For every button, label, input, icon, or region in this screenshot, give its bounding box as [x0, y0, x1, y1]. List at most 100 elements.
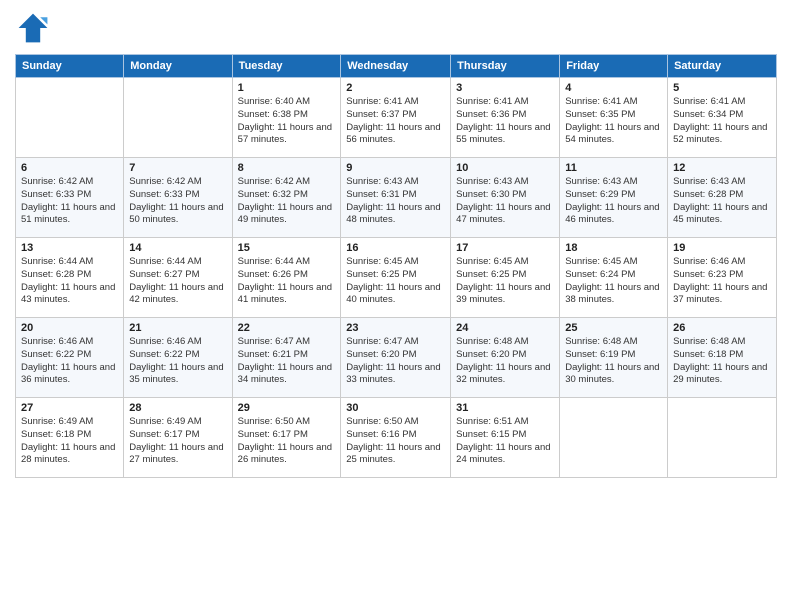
calendar-cell: 21 Sunrise: 6:46 AM Sunset: 6:22 PM Dayli…	[124, 318, 232, 398]
day-number: 5	[673, 82, 771, 94]
day-info: Sunrise: 6:43 AM Sunset: 6:30 PM Dayligh…	[456, 176, 554, 227]
calendar-cell: 19 Sunrise: 6:46 AM Sunset: 6:23 PM Dayli…	[668, 238, 777, 318]
day-info: Sunrise: 6:40 AM Sunset: 6:38 PM Dayligh…	[238, 96, 336, 147]
day-info: Sunrise: 6:44 AM Sunset: 6:26 PM Dayligh…	[238, 256, 336, 307]
day-info: Sunrise: 6:46 AM Sunset: 6:23 PM Dayligh…	[673, 256, 771, 307]
day-header-wednesday: Wednesday	[341, 55, 451, 78]
calendar-header-row: SundayMondayTuesdayWednesdayThursdayFrid…	[16, 55, 777, 78]
day-number: 21	[129, 322, 226, 334]
day-info: Sunrise: 6:47 AM Sunset: 6:20 PM Dayligh…	[346, 336, 445, 387]
day-number: 24	[456, 322, 554, 334]
day-number: 30	[346, 402, 445, 414]
day-number: 18	[565, 242, 662, 254]
calendar-cell: 25Sunrise: 6:48 AM Sunset: 6:19 PM Dayli…	[560, 318, 668, 398]
day-number: 8	[238, 162, 336, 174]
calendar-cell: 1 Sunrise: 6:40 AM Sunset: 6:38 PM Daylig…	[232, 78, 341, 158]
calendar-cell: 8 Sunrise: 6:42 AM Sunset: 6:32 PM Daylig…	[232, 158, 341, 238]
day-info: Sunrise: 6:43 AM Sunset: 6:31 PM Dayligh…	[346, 176, 445, 227]
day-info: Sunrise: 6:41 AM Sunset: 6:36 PM Dayligh…	[456, 96, 554, 147]
header	[15, 10, 777, 46]
day-info: Sunrise: 6:44 AM Sunset: 6:27 PM Dayligh…	[129, 256, 226, 307]
calendar-cell: 9 Sunrise: 6:43 AM Sunset: 6:31 PM Daylig…	[341, 158, 451, 238]
calendar-table: SundayMondayTuesdayWednesdayThursdayFrid…	[15, 54, 777, 478]
day-number: 1	[238, 82, 336, 94]
day-number: 12	[673, 162, 771, 174]
day-info: Sunrise: 6:50 AM Sunset: 6:17 PM Dayligh…	[238, 416, 336, 467]
calendar-cell: 3 Sunrise: 6:41 AM Sunset: 6:36 PM Daylig…	[451, 78, 560, 158]
day-number: 31	[456, 402, 554, 414]
calendar-cell: 13 Sunrise: 6:44 AM Sunset: 6:28 PM Dayli…	[16, 238, 124, 318]
calendar-cell: 20 Sunrise: 6:46 AM Sunset: 6:22 PM Dayli…	[16, 318, 124, 398]
calendar-cell	[560, 398, 668, 478]
day-info: Sunrise: 6:47 AM Sunset: 6:21 PM Dayligh…	[238, 336, 336, 387]
day-info: Sunrise: 6:44 AM Sunset: 6:28 PM Dayligh…	[21, 256, 118, 307]
calendar-cell: 30Sunrise: 6:50 AM Sunset: 6:16 PM Dayli…	[341, 398, 451, 478]
calendar-cell: 17 Sunrise: 6:45 AM Sunset: 6:25 PM Dayli…	[451, 238, 560, 318]
day-info: Sunrise: 6:41 AM Sunset: 6:37 PM Dayligh…	[346, 96, 445, 147]
calendar-cell: 15 Sunrise: 6:44 AM Sunset: 6:26 PM Dayli…	[232, 238, 341, 318]
day-info: Sunrise: 6:51 AM Sunset: 6:15 PM Dayligh…	[456, 416, 554, 467]
day-number: 28	[129, 402, 226, 414]
calendar-cell: 23 Sunrise: 6:47 AM Sunset: 6:20 PM Dayli…	[341, 318, 451, 398]
day-number: 27	[21, 402, 118, 414]
week-row-4: 20 Sunrise: 6:46 AM Sunset: 6:22 PM Dayli…	[16, 318, 777, 398]
day-number: 22	[238, 322, 336, 334]
calendar-cell: 28 Sunrise: 6:49 AM Sunset: 6:17 PM Dayli…	[124, 398, 232, 478]
calendar-cell: 4 Sunrise: 6:41 AM Sunset: 6:35 PM Daylig…	[560, 78, 668, 158]
calendar-cell: 7Sunrise: 6:42 AM Sunset: 6:33 PM Daylig…	[124, 158, 232, 238]
calendar-cell: 2 Sunrise: 6:41 AM Sunset: 6:37 PM Daylig…	[341, 78, 451, 158]
day-number: 19	[673, 242, 771, 254]
calendar-cell	[668, 398, 777, 478]
day-number: 20	[21, 322, 118, 334]
calendar-cell: 10 Sunrise: 6:43 AM Sunset: 6:30 PM Dayli…	[451, 158, 560, 238]
day-header-tuesday: Tuesday	[232, 55, 341, 78]
calendar-cell: 27Sunrise: 6:49 AM Sunset: 6:18 PM Dayli…	[16, 398, 124, 478]
day-number: 23	[346, 322, 445, 334]
calendar-cell: 5 Sunrise: 6:41 AM Sunset: 6:34 PM Daylig…	[668, 78, 777, 158]
calendar-cell: 6Sunrise: 6:42 AM Sunset: 6:33 PM Daylig…	[16, 158, 124, 238]
day-info: Sunrise: 6:49 AM Sunset: 6:17 PM Dayligh…	[129, 416, 226, 467]
day-info: Sunrise: 6:45 AM Sunset: 6:25 PM Dayligh…	[456, 256, 554, 307]
week-row-5: 27Sunrise: 6:49 AM Sunset: 6:18 PM Dayli…	[16, 398, 777, 478]
day-number: 3	[456, 82, 554, 94]
day-number: 10	[456, 162, 554, 174]
day-header-saturday: Saturday	[668, 55, 777, 78]
week-row-3: 13 Sunrise: 6:44 AM Sunset: 6:28 PM Dayli…	[16, 238, 777, 318]
day-info: Sunrise: 6:46 AM Sunset: 6:22 PM Dayligh…	[129, 336, 226, 387]
day-number: 14	[129, 242, 226, 254]
day-info: Sunrise: 6:46 AM Sunset: 6:22 PM Dayligh…	[21, 336, 118, 387]
day-info: Sunrise: 6:48 AM Sunset: 6:18 PM Dayligh…	[673, 336, 771, 387]
day-info: Sunrise: 6:43 AM Sunset: 6:29 PM Dayligh…	[565, 176, 662, 227]
day-info: Sunrise: 6:41 AM Sunset: 6:35 PM Dayligh…	[565, 96, 662, 147]
day-header-friday: Friday	[560, 55, 668, 78]
day-info: Sunrise: 6:48 AM Sunset: 6:19 PM Dayligh…	[565, 336, 662, 387]
logo-icon	[15, 10, 51, 46]
day-info: Sunrise: 6:42 AM Sunset: 6:33 PM Dayligh…	[21, 176, 118, 227]
calendar-cell: 18 Sunrise: 6:45 AM Sunset: 6:24 PM Dayli…	[560, 238, 668, 318]
day-info: Sunrise: 6:48 AM Sunset: 6:20 PM Dayligh…	[456, 336, 554, 387]
calendar-cell: 26Sunrise: 6:48 AM Sunset: 6:18 PM Dayli…	[668, 318, 777, 398]
day-header-sunday: Sunday	[16, 55, 124, 78]
day-header-monday: Monday	[124, 55, 232, 78]
calendar-cell: 16Sunrise: 6:45 AM Sunset: 6:25 PM Dayli…	[341, 238, 451, 318]
day-info: Sunrise: 6:45 AM Sunset: 6:24 PM Dayligh…	[565, 256, 662, 307]
day-info: Sunrise: 6:41 AM Sunset: 6:34 PM Dayligh…	[673, 96, 771, 147]
day-info: Sunrise: 6:42 AM Sunset: 6:32 PM Dayligh…	[238, 176, 336, 227]
day-header-thursday: Thursday	[451, 55, 560, 78]
day-number: 7	[129, 162, 226, 174]
day-number: 4	[565, 82, 662, 94]
day-number: 15	[238, 242, 336, 254]
day-number: 2	[346, 82, 445, 94]
day-number: 13	[21, 242, 118, 254]
calendar-cell	[124, 78, 232, 158]
day-number: 11	[565, 162, 662, 174]
day-number: 29	[238, 402, 336, 414]
calendar-cell: 22 Sunrise: 6:47 AM Sunset: 6:21 PM Dayli…	[232, 318, 341, 398]
day-info: Sunrise: 6:43 AM Sunset: 6:28 PM Dayligh…	[673, 176, 771, 227]
day-number: 17	[456, 242, 554, 254]
day-info: Sunrise: 6:45 AM Sunset: 6:25 PM Dayligh…	[346, 256, 445, 307]
calendar-cell: 29 Sunrise: 6:50 AM Sunset: 6:17 PM Dayli…	[232, 398, 341, 478]
week-row-2: 6Sunrise: 6:42 AM Sunset: 6:33 PM Daylig…	[16, 158, 777, 238]
calendar-cell: 24 Sunrise: 6:48 AM Sunset: 6:20 PM Dayli…	[451, 318, 560, 398]
day-number: 9	[346, 162, 445, 174]
